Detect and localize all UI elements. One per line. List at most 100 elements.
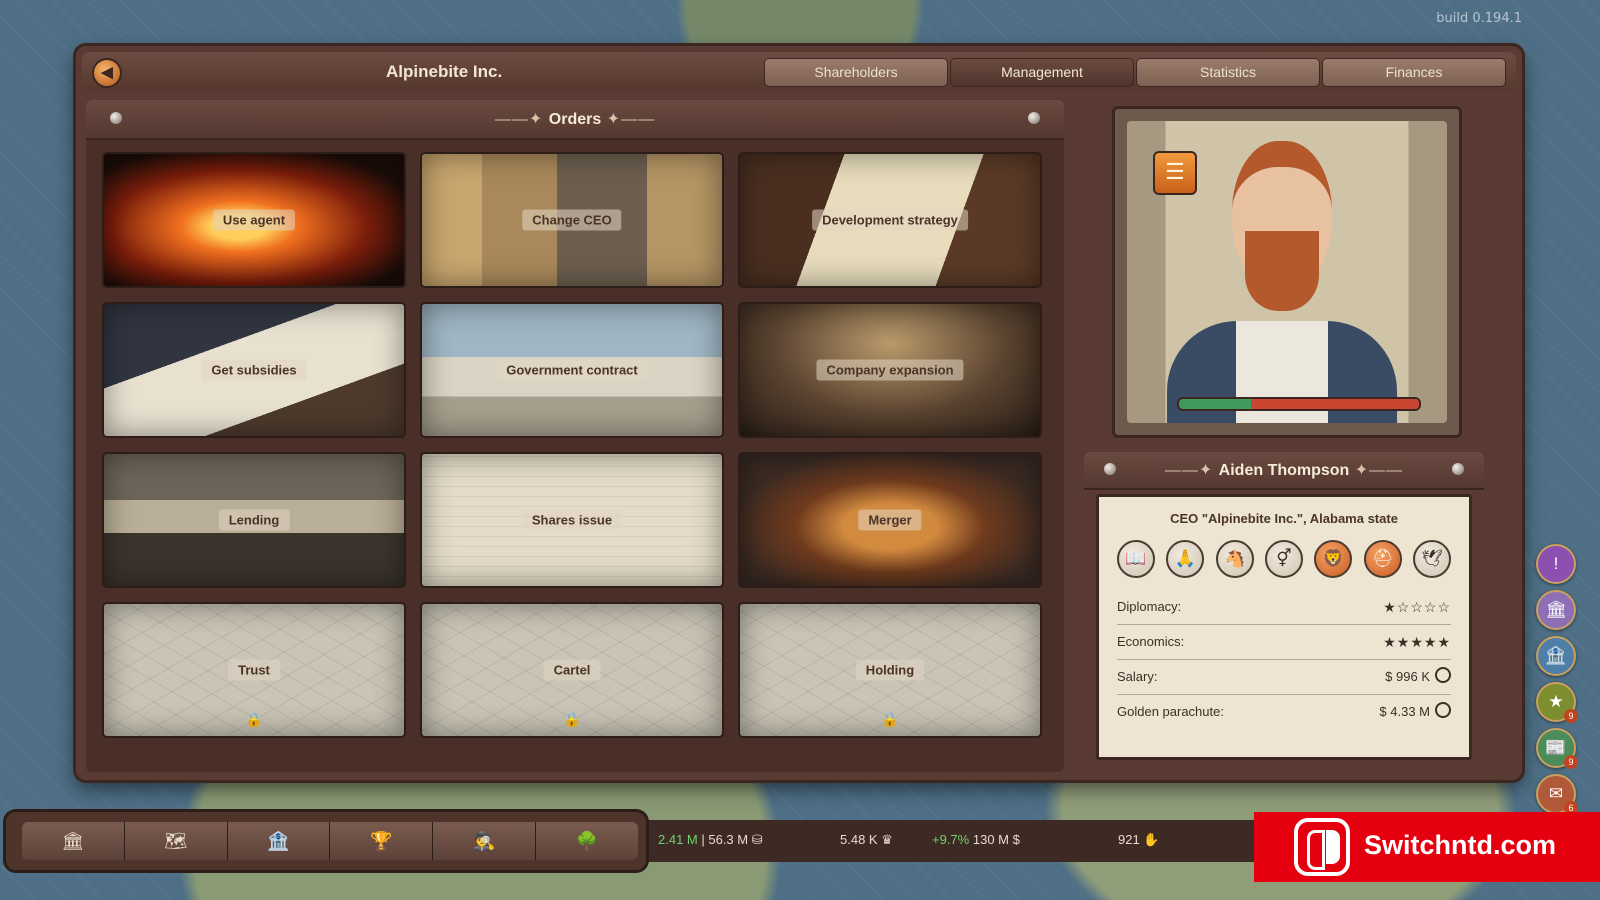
dollar-icon: $ — [1012, 832, 1020, 847]
mail-button[interactable]: ✉ 6 — [1536, 774, 1578, 815]
notification-badge: 9 — [1564, 755, 1578, 769]
order-development-strategy[interactable]: Development strategy — [738, 152, 1042, 288]
order-company-expansion[interactable]: Company expansion — [738, 302, 1042, 438]
alerts-button[interactable]: ! — [1536, 544, 1576, 584]
order-merger[interactable]: Merger — [738, 452, 1042, 588]
portrait-menu-button[interactable]: ☰ — [1153, 151, 1197, 195]
praying-hands-icon[interactable]: 🙏 — [1166, 540, 1205, 578]
ceo-mood-bar — [1177, 397, 1421, 411]
order-change-ceo[interactable]: Change CEO — [420, 152, 724, 288]
gender-icon[interactable]: ⚥ — [1264, 540, 1303, 578]
growth-value: +9.7% — [932, 832, 970, 847]
trophy-icon: 🏆 — [370, 831, 393, 851]
tab-finances[interactable]: Finances — [1322, 58, 1506, 87]
order-label: Company expansion — [816, 359, 964, 381]
order-shares-issue[interactable]: Shares issue — [420, 452, 724, 588]
map-icon: 🗺 — [164, 831, 188, 851]
government-icon: 🏛 — [61, 831, 85, 851]
order-label: Use agent — [212, 209, 296, 231]
votes-readout: 921 ✋ — [1118, 832, 1160, 848]
lock-icon: 🔒 — [881, 711, 899, 727]
order-label: Government contract — [496, 359, 648, 381]
back-button[interactable]: ◀ — [92, 58, 122, 88]
nav-government-button[interactable]: 🏛 — [22, 822, 125, 860]
rivet-icon — [1452, 463, 1464, 475]
ornament-left-icon: ——✦ — [1164, 462, 1219, 479]
diplomacy-stars: ★☆☆☆☆ — [1383, 599, 1451, 615]
nav-bank-button[interactable]: 🏦 — [227, 822, 331, 860]
order-use-agent[interactable]: Use agent — [102, 152, 406, 288]
economics-stars: ★★★★★ — [1383, 634, 1451, 650]
nav-spy-button[interactable]: 🕵 — [433, 822, 537, 860]
nav-map-button[interactable]: 🗺 — [124, 822, 228, 860]
coins-icon: ⛁ — [751, 832, 763, 847]
newspaper-button[interactable]: 📰 9 — [1536, 728, 1578, 769]
nav-tree-button[interactable]: 🌳 — [536, 822, 638, 860]
ceo-stats: Diplomacy: ★☆☆☆☆ Economics: ★★★★★ Salary… — [1117, 590, 1451, 729]
stat-label: Salary: — [1117, 669, 1158, 684]
order-label: Change CEO — [522, 209, 622, 231]
building-button[interactable]: 🏦 — [1536, 636, 1576, 676]
ornament-right-icon: ✦—— — [601, 111, 656, 128]
build-version: build 0.194.1 — [1436, 11, 1522, 26]
order-lending[interactable]: Lending — [102, 452, 406, 588]
company-window: ◀ Alpinebite Inc. Shareholders Managemen… — [76, 46, 1522, 780]
parachute-value: $ 4.33 M — [1379, 704, 1430, 719]
envelope-icon: ✉ — [1548, 784, 1564, 803]
spartan-helmet-icon[interactable]: ⛑ — [1363, 540, 1402, 578]
dove-icon[interactable]: 🕊 — [1412, 540, 1451, 578]
nav-trophy-button[interactable]: 🏆 — [330, 822, 434, 860]
crown-value: 5.48 K — [840, 832, 878, 847]
lion-icon[interactable]: 🦁 — [1314, 540, 1353, 578]
title-bar: ◀ Alpinebite Inc. Shareholders Managemen… — [82, 52, 1516, 90]
bottom-bar: 🏛 🗺 🏦 🏆 🕵 🌳 2.41 M | 56.3 M ⛁ 5.48 K ♛ +… — [6, 812, 1306, 870]
stat-label: Diplomacy: — [1117, 599, 1182, 614]
ceo-info-header: ——✦ Aiden Thompson ✦—— — [1084, 452, 1484, 490]
hand-icon: ✋ — [1143, 832, 1160, 847]
switch-logo-icon — [1294, 818, 1350, 876]
spy-icon: 🕵 — [473, 831, 496, 851]
budget-readout: +9.7% 130 M $ — [932, 832, 1020, 847]
money-a: 2.41 M — [658, 832, 698, 847]
book-icon[interactable]: 📖 — [1117, 540, 1155, 578]
order-get-subsidies[interactable]: Get subsidies — [102, 302, 406, 438]
coins-icon — [1435, 667, 1451, 683]
order-label: Merger — [858, 509, 922, 531]
ceo-info-body: CEO "Alpinebite Inc.", Alabama state 📖 🙏… — [1096, 494, 1472, 760]
order-government-contract[interactable]: Government contract — [420, 302, 724, 438]
stat-economics: Economics: ★★★★★ — [1117, 625, 1451, 660]
ceo-info-panel: ——✦ Aiden Thompson ✦—— CEO "Alpinebite I… — [1084, 452, 1484, 770]
influence-readout: 5.48 K ♛ — [840, 832, 893, 848]
coins-icon — [1435, 702, 1451, 718]
ceo-name: Aiden Thompson — [1218, 462, 1350, 479]
donkey-icon[interactable]: 🐴 — [1215, 540, 1254, 578]
arrow-left-icon: ◀ — [101, 64, 113, 81]
ceo-role: CEO "Alpinebite Inc.", Alabama state — [1170, 511, 1398, 526]
salary-value: $ 996 K — [1385, 669, 1430, 684]
ornament-left-icon: ——✦ — [494, 111, 549, 128]
hamburger-icon: ☰ — [1165, 159, 1185, 184]
lock-icon: 🔒 — [563, 711, 581, 727]
orders-grid: Use agent Change CEO Development strateg… — [102, 152, 1046, 738]
ornament-right-icon: ✦—— — [1349, 462, 1404, 479]
notification-badge: 9 — [1564, 709, 1578, 723]
money-b: 56.3 M — [708, 832, 749, 847]
tab-statistics[interactable]: Statistics — [1136, 58, 1320, 87]
capitol-button[interactable]: 🏛 — [1536, 590, 1576, 630]
company-name: Alpinebite Inc. — [386, 62, 503, 81]
order-label: Lending — [218, 509, 290, 531]
orders-panel: ——✦ Orders ✦—— Use agent Change CEO Deve… — [86, 100, 1064, 772]
order-trust[interactable]: Trust 🔒 — [102, 602, 406, 738]
order-holding[interactable]: Holding 🔒 — [738, 602, 1042, 738]
order-label: Shares issue — [521, 509, 623, 531]
orders-title: Orders — [548, 111, 602, 128]
ceo-traits: 📖 🙏 🐴 ⚥ 🦁 ⛑ 🕊 — [1099, 540, 1469, 578]
order-label: Development strategy — [812, 209, 968, 231]
order-label: Cartel — [543, 659, 601, 681]
tab-shareholders[interactable]: Shareholders — [764, 58, 948, 87]
order-cartel[interactable]: Cartel 🔒 — [420, 602, 724, 738]
tab-management[interactable]: Management — [950, 58, 1134, 87]
ceo-beard — [1245, 231, 1319, 311]
star-button[interactable]: ★ 9 — [1536, 682, 1578, 723]
capitol-icon: 🏛 — [1545, 600, 1567, 619]
